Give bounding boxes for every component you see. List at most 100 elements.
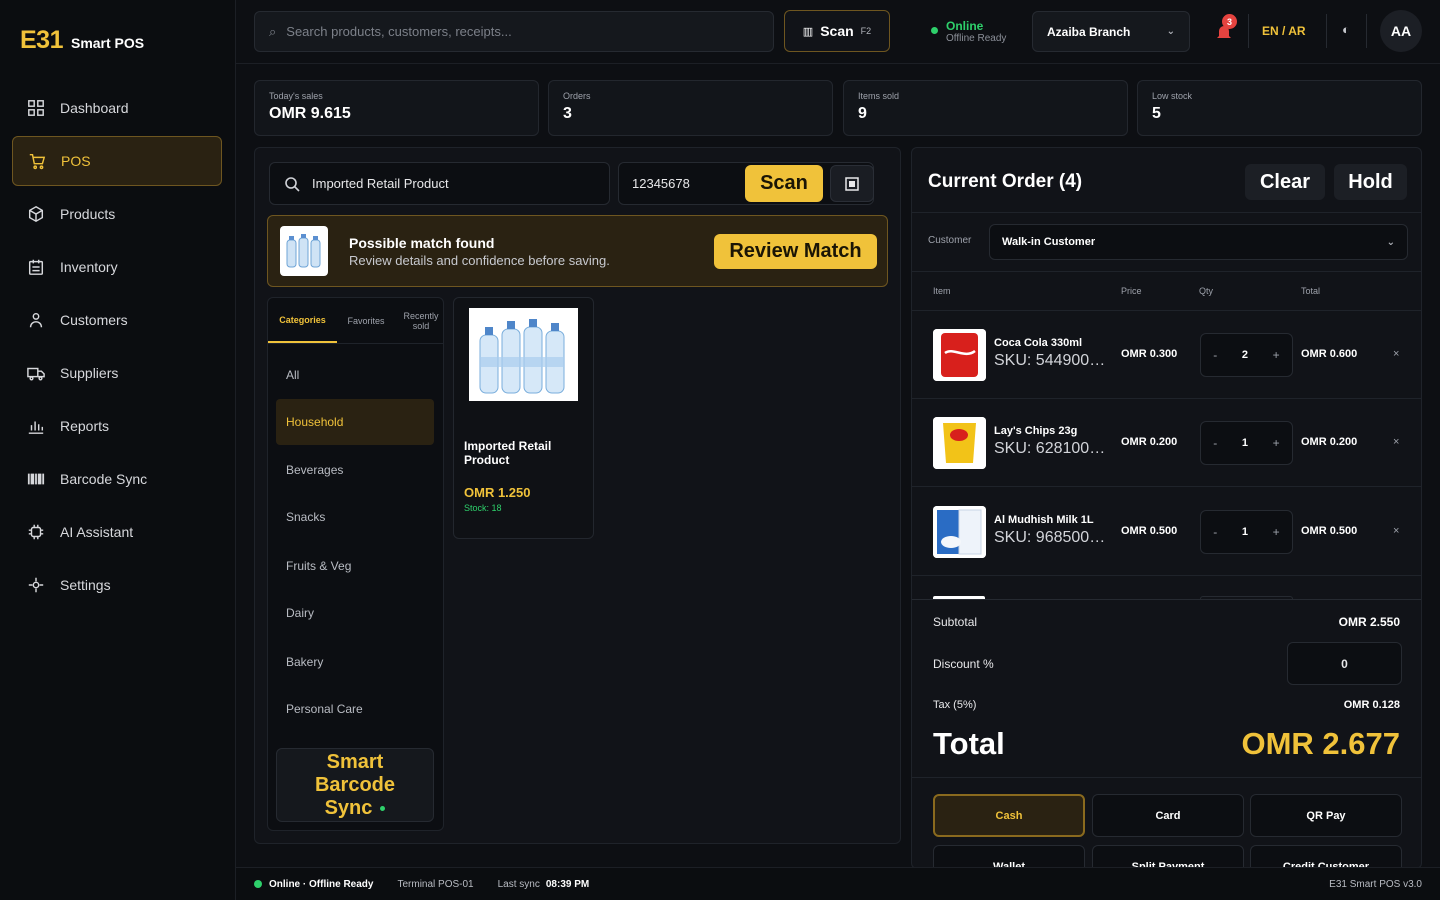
- divider: [1366, 14, 1367, 48]
- brand-logo[interactable]: E31 Smart POS: [20, 26, 144, 55]
- stat-label: Low stock: [1152, 91, 1193, 101]
- table-row[interactable]: Coca Cola 330ml SKU: 5449000000996 OMR 0…: [912, 311, 1421, 399]
- pay-split-button[interactable]: Split Payment: [1092, 845, 1244, 868]
- increment-button[interactable]: +: [1273, 348, 1280, 362]
- table-row[interactable]: Lay's Chips 23g SKU: 6281006000000 OMR 0…: [912, 399, 1421, 487]
- branch-name: Azaiba Branch: [1047, 24, 1131, 39]
- divider: [1248, 14, 1249, 48]
- increment-button[interactable]: +: [1273, 436, 1280, 450]
- item-price: OMR 0.200: [1121, 436, 1178, 448]
- sidebar-item-dashboard[interactable]: Dashboard: [12, 83, 222, 133]
- brand-mark: E31: [20, 26, 63, 54]
- discount-input[interactable]: 0: [1287, 642, 1402, 685]
- sidebar-item-ai-assistant[interactable]: AI Assistant: [12, 507, 222, 557]
- category-all[interactable]: All: [276, 352, 434, 398]
- stat-label: Today's sales: [269, 91, 323, 101]
- avatar[interactable]: AA: [1380, 10, 1422, 52]
- truck-icon: [26, 363, 46, 383]
- product-stock: Stock: 18: [464, 503, 502, 513]
- notifications-button[interactable]: 3: [1214, 14, 1240, 44]
- pay-card-button[interactable]: Card: [1092, 794, 1244, 837]
- decrement-button[interactable]: -: [1213, 348, 1217, 362]
- divider: [1326, 14, 1327, 48]
- item-price: OMR 0.300: [1121, 348, 1178, 360]
- global-search-input[interactable]: ⌕ Search products, customers, receipts..…: [254, 11, 774, 52]
- product-search-value: Imported Retail Product: [312, 176, 449, 191]
- customer-select[interactable]: Walk-in Customer ⌄: [989, 224, 1408, 260]
- language-toggle[interactable]: EN / AR: [1262, 24, 1306, 38]
- sidebar-item-label: Suppliers: [60, 365, 119, 381]
- customer-label: Customer: [928, 235, 972, 246]
- remove-item-icon[interactable]: ×: [1393, 436, 1399, 448]
- pay-cash-button[interactable]: Cash: [933, 794, 1085, 837]
- sidebar-item-inventory[interactable]: Inventory: [12, 242, 222, 292]
- review-match-button[interactable]: Review Match: [714, 234, 877, 269]
- quantity-stepper[interactable]: - 1 +: [1200, 510, 1293, 554]
- tax-label: Tax (5%): [933, 699, 977, 711]
- clear-button[interactable]: Clear: [1245, 164, 1325, 200]
- barcode-scan-button[interactable]: Scan: [745, 165, 823, 202]
- increment-button[interactable]: +: [1273, 525, 1280, 539]
- category-household[interactable]: Household: [276, 399, 434, 445]
- smart-barcode-sync-button[interactable]: Smart Barcode Sync: [276, 748, 434, 822]
- decrement-button[interactable]: -: [1213, 525, 1217, 539]
- hold-button[interactable]: Hold: [1334, 164, 1407, 200]
- stat-low-stock: Low stock 5: [1137, 80, 1422, 136]
- tab-favorites[interactable]: Favorites: [337, 298, 395, 343]
- pay-qr-button[interactable]: QR Pay: [1250, 794, 1402, 837]
- subtotal-label: Subtotal: [933, 615, 978, 629]
- sidebar-item-label: Dashboard: [60, 100, 129, 116]
- stat-value: 5: [1152, 105, 1161, 122]
- sidebar-item-pos[interactable]: POS: [12, 136, 222, 186]
- match-title: Possible match found: [349, 235, 495, 251]
- decrement-button[interactable]: -: [1213, 436, 1217, 450]
- sidebar-item-products[interactable]: Products: [12, 189, 222, 239]
- branch-select[interactable]: Azaiba Branch ⌄: [1032, 11, 1190, 52]
- quantity-stepper[interactable]: - 2 +: [1200, 333, 1293, 377]
- match-subtitle: Review details and confidence before sav…: [349, 253, 610, 268]
- scanner-icon: [845, 176, 859, 191]
- theme-toggle-icon[interactable]: ◐: [1342, 22, 1350, 37]
- footer-sync-label: Last sync: [497, 878, 540, 890]
- pay-wallet-button[interactable]: Wallet: [933, 845, 1085, 868]
- product-name: Imported Retail Product: [464, 439, 552, 467]
- sidebar-item-customers[interactable]: Customers: [12, 295, 222, 345]
- col-header-item: Item: [933, 286, 951, 296]
- col-header-price: Price: [1121, 286, 1142, 296]
- sidebar-item-label: Settings: [60, 577, 111, 593]
- product-thumbnail: [933, 506, 986, 558]
- stat-label: Items sold: [858, 91, 900, 101]
- remove-item-icon[interactable]: ×: [1393, 348, 1399, 360]
- stat-value: OMR 9.615: [269, 105, 351, 122]
- category-bakery[interactable]: Bakery: [276, 639, 434, 685]
- pay-credit-button[interactable]: Credit Customer: [1250, 845, 1402, 868]
- product-search-input[interactable]: Imported Retail Product: [269, 162, 610, 205]
- sidebar-item-reports[interactable]: Reports: [12, 401, 222, 451]
- sidebar-item-suppliers[interactable]: Suppliers: [12, 348, 222, 398]
- category-dairy[interactable]: Dairy: [276, 590, 434, 636]
- item-name: Lay's Chips 23g: [994, 425, 1078, 437]
- barcode-icon: ▥: [802, 25, 814, 38]
- box-icon: [26, 204, 46, 224]
- category-fruits-veg[interactable]: Fruits & Veg: [276, 543, 434, 589]
- product-thumbnail: [933, 417, 986, 469]
- table-row[interactable]: Al Mudhish Milk 1L SKU: 9685001000000 OM…: [912, 488, 1421, 576]
- category-snacks[interactable]: Snacks: [276, 494, 434, 540]
- camera-scan-button[interactable]: [830, 165, 874, 202]
- stat-value: 9: [858, 105, 867, 122]
- scan-button[interactable]: ▥ Scan F2: [784, 10, 890, 52]
- sidebar-item-barcode-sync[interactable]: Barcode Sync: [12, 454, 222, 504]
- quantity-value: 1: [1241, 526, 1249, 538]
- tab-recently-sold[interactable]: Recently sold: [395, 298, 443, 343]
- sidebar-item-settings[interactable]: Settings: [12, 560, 222, 610]
- category-beverages[interactable]: Beverages: [276, 447, 434, 493]
- product-card[interactable]: Imported Retail Product OMR 1.250 Stock:…: [453, 297, 594, 539]
- tab-categories[interactable]: Categories: [268, 298, 337, 343]
- topbar: ⌕ Search products, customers, receipts..…: [236, 0, 1440, 64]
- category-personal-care[interactable]: Personal Care: [276, 686, 434, 732]
- quantity-stepper[interactable]: - 1 +: [1200, 421, 1293, 465]
- sidebar-item-label: Products: [60, 206, 116, 222]
- remove-item-icon[interactable]: ×: [1393, 525, 1399, 537]
- divider: [912, 212, 1421, 213]
- footer-sync-time: 08:39 PM: [545, 878, 590, 890]
